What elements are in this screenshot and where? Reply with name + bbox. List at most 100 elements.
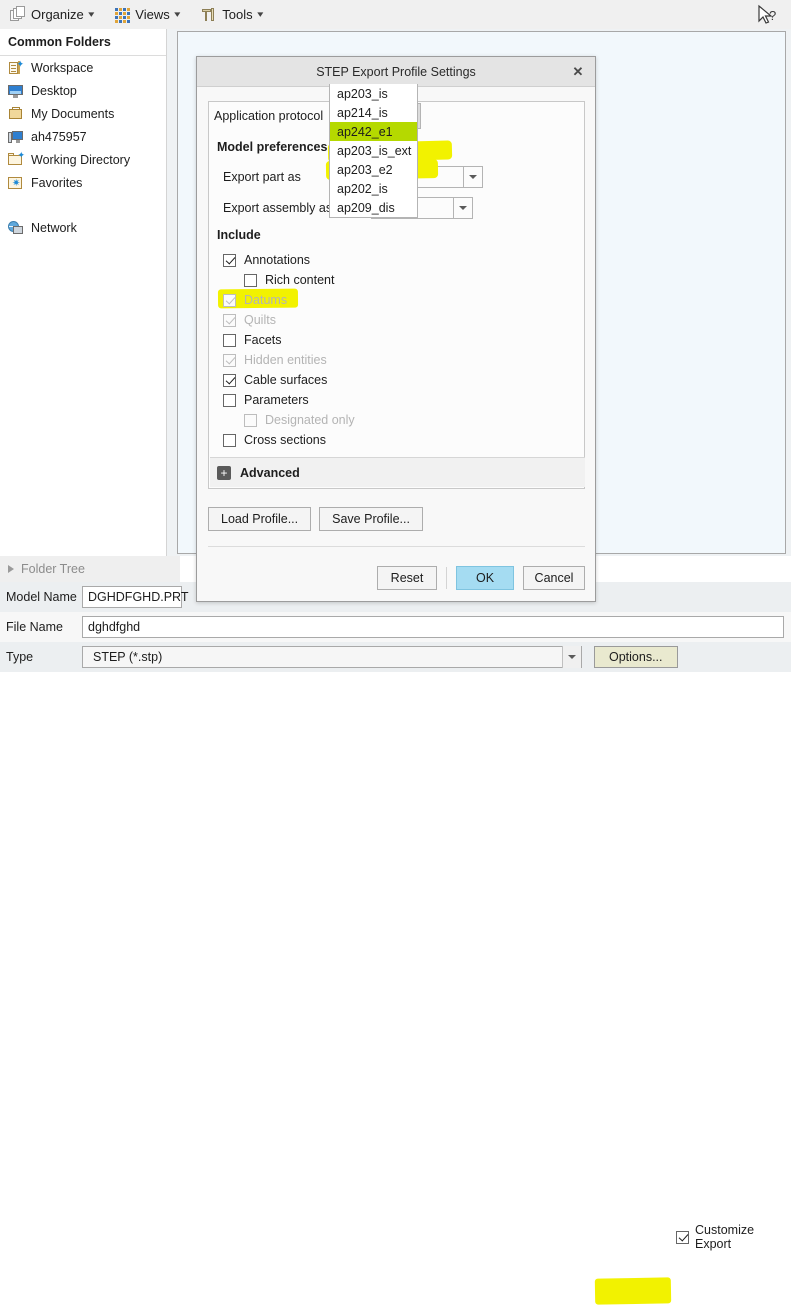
checkbox[interactable] [223,433,236,447]
sidebar-item-desktop-label: Desktop [31,83,77,98]
profile-buttons: Load Profile... Save Profile... [208,507,423,531]
working-directory-folder-icon: ✦ [8,150,25,168]
dropdown-option-ap203_e2[interactable]: ap203_e2 [330,160,417,179]
customize-export-checkbox[interactable] [676,1230,689,1244]
workspace-icon: ✦ [8,59,24,76]
sidebar-item-working-directory-label: Working Directory [31,152,131,167]
application-protocol-label: Application protocol [210,103,331,129]
include-row-annotations[interactable]: Annotations [223,250,563,270]
model-name-field[interactable]: DGHDFGHD.PRT [82,586,188,608]
folder-tree-label: Folder Tree [21,562,85,576]
toolbar-item-organize[interactable]: Organize ▾ [6,5,97,25]
type-label: Type [6,650,34,664]
model-name-label: Model Name [6,590,77,604]
include-label: Designated only [265,413,355,427]
dialog-title: STEP Export Profile Settings [316,64,476,79]
organize-icon [10,5,26,23]
chevron-down-icon: ▾ [87,9,95,19]
sidebar-item-ah475957-label: ah475957 [31,129,87,144]
documents-folder-icon [8,106,24,122]
dropdown-option-ap203_is_ext[interactable]: ap203_is_ext [330,141,417,160]
include-row-parameters[interactable]: Parameters [223,390,563,410]
include-row-cable-surfaces[interactable]: Cable surfaces [223,370,563,390]
include-label: Datums [244,293,288,307]
sidebar-item-network[interactable]: Network [0,216,166,239]
include-row-designated-only: Designated only [223,410,563,430]
chevron-down-icon[interactable] [562,646,581,668]
toolbar-item-views[interactable]: Views ▾ [111,5,183,24]
checkbox[interactable] [244,273,257,287]
application-protocol-dropdown-list[interactable]: ap203_is ap214_is ap242_e1 ap203_is_ext ap20… [329,84,418,218]
dialog-action-buttons: Reset OK Cancel [377,566,585,590]
tools-icon [201,7,217,23]
options-button-highlight [594,1277,672,1305]
ok-button[interactable]: OK [456,566,514,590]
plus-expander-icon[interactable]: + [217,465,231,480]
checkbox[interactable] [223,253,236,267]
include-label: Annotations [244,253,311,267]
toolbar-item-tools-label: Tools [222,7,253,22]
chevron-down-icon: ▾ [256,9,263,19]
top-toolbar: Organize ▾ Views ▾ Tools ▾ [0,0,791,29]
sidebar-item-favorites[interactable]: ✷ Favorites [0,171,166,194]
common-folders-panel: Common Folders ✦ Workspace Desktop My Do… [0,29,167,556]
views-grid-icon [115,8,131,23]
checkbox[interactable] [223,393,236,407]
sidebar-item-working-directory[interactable]: ✦ Working Directory [0,148,166,171]
advanced-section-expander[interactable]: + Advanced [210,457,585,487]
dropdown-option-ap203_is[interactable]: ap203_is [330,84,417,103]
include-label: Rich content [265,273,335,287]
computer-icon [8,129,24,145]
type-select[interactable]: STEP (*.stp) [82,646,582,668]
sidebar-item-ah475957[interactable]: ah475957 [0,125,166,148]
customize-export-label: Customize Export [695,1223,755,1251]
common-folders-header: Common Folders [0,29,166,56]
options-button[interactable]: Options... [594,646,678,668]
checkbox [223,353,236,367]
dropdown-option-ap242_e1[interactable]: ap242_e1 [330,122,417,141]
include-row-datums: Datums [217,288,563,310]
chevron-down-icon[interactable] [453,198,472,218]
desktop-monitor-icon [8,83,24,99]
file-name-label: File Name [6,620,63,634]
dropdown-option-ap209_dis[interactable]: ap209_dis [330,198,417,217]
toolbar-item-tools[interactable]: Tools ▾ [197,5,266,25]
dialog-titlebar: STEP Export Profile Settings ✕ [197,57,595,87]
svg-text:?: ? [769,8,776,23]
include-label: Hidden entities [244,353,327,367]
checkbox [223,293,236,307]
advanced-label: Advanced [240,465,300,480]
network-icon [8,220,24,236]
close-icon[interactable]: ✕ [561,57,595,86]
checkbox[interactable] [223,373,236,387]
dropdown-option-ap202_is[interactable]: ap202_is [330,179,417,198]
include-row-rich-content[interactable]: Rich content [223,270,563,290]
reset-button[interactable]: Reset [377,566,437,590]
sidebar-item-workspace-label: Workspace [31,60,94,75]
cancel-button[interactable]: Cancel [523,566,585,590]
folder-tree-expander[interactable]: Folder Tree [0,556,180,582]
sidebar-item-desktop[interactable]: Desktop [0,79,166,102]
checkbox[interactable] [223,333,236,347]
help-cursor-icon: ? [758,4,776,24]
step-export-profile-settings-dialog: STEP Export Profile Settings ✕ Applicati… [196,56,596,602]
toolbar-item-organize-label: Organize [31,7,84,22]
sidebar-item-my-documents[interactable]: My Documents [0,102,166,125]
include-row-hidden-entities: Hidden entities [223,350,563,370]
model-preferences-title: Model preferences [217,140,328,154]
toolbar-item-views-label: Views [135,7,170,22]
include-row-cross-sections[interactable]: Cross sections [223,430,563,450]
chevron-right-icon [8,565,14,573]
file-name-field[interactable]: dghdfghd [82,616,784,638]
load-profile-button[interactable]: Load Profile... [208,507,312,531]
customize-export-row[interactable]: Customize Export [676,1223,791,1251]
chevron-down-icon[interactable] [463,167,482,187]
divider [208,546,585,547]
type-row: Type STEP (*.stp) Options... [0,642,791,1305]
favorites-folder-icon: ✷ [8,175,24,191]
include-row-facets[interactable]: Facets [223,330,563,350]
dropdown-option-ap214_is[interactable]: ap214_is [330,103,417,122]
include-label: Cable surfaces [244,373,328,387]
sidebar-item-workspace[interactable]: ✦ Workspace [0,56,166,79]
save-profile-button[interactable]: Save Profile... [319,507,423,531]
